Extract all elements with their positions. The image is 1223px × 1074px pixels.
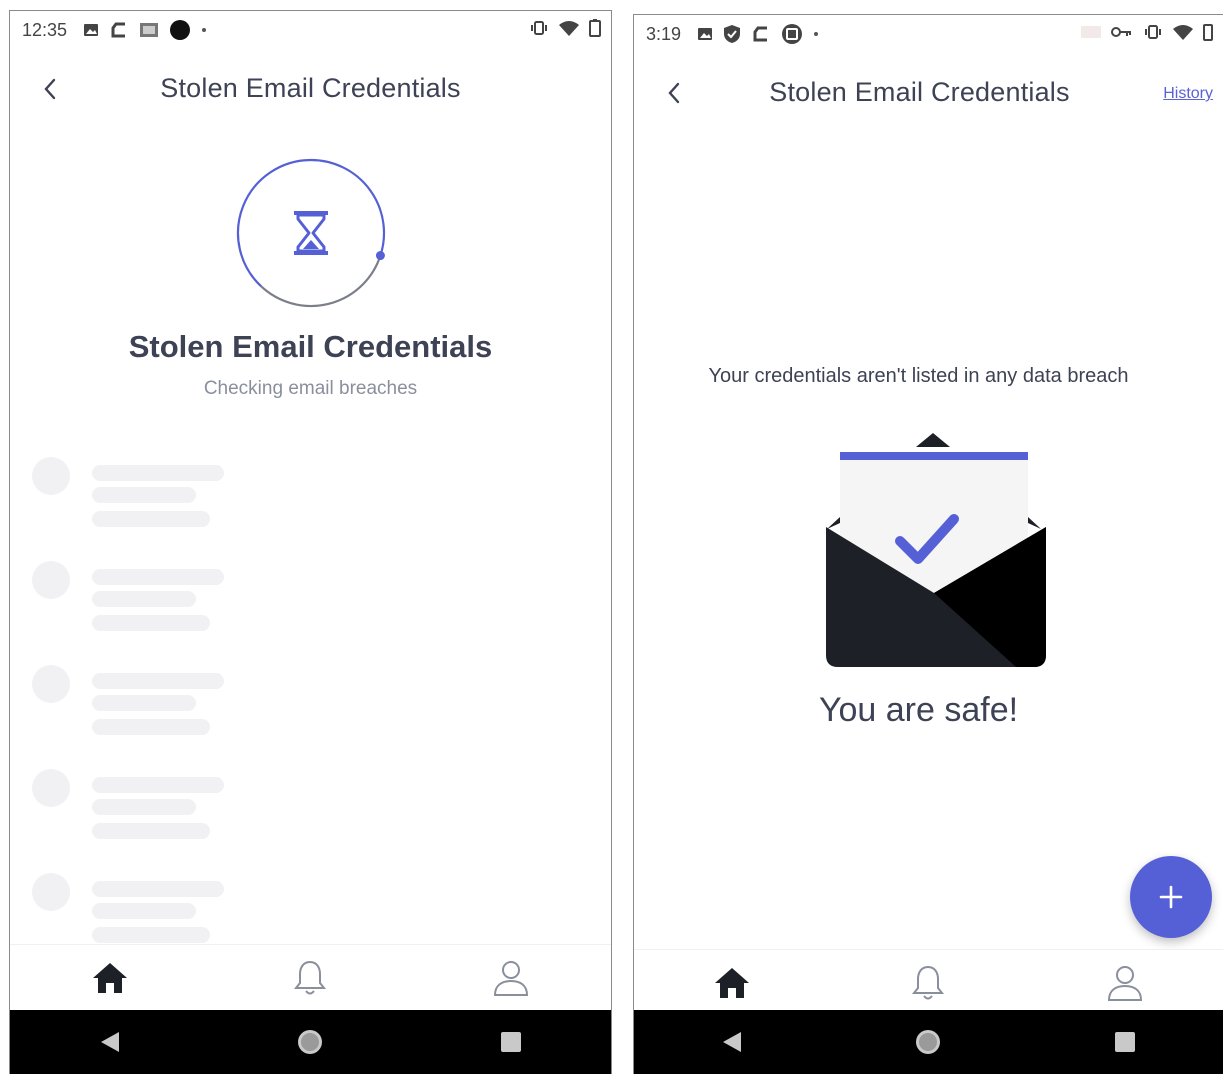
bottom-navigation [10, 944, 611, 1010]
result-title: You are safe! [818, 691, 1019, 729]
bell-icon [294, 960, 327, 994]
skeleton-line [92, 465, 224, 481]
skeleton-line [92, 511, 210, 527]
dot-icon [202, 28, 207, 32]
status-system-icons [1081, 23, 1213, 41]
record-dot-icon [170, 20, 191, 40]
status-notification-icons [83, 19, 207, 41]
user-icon [493, 960, 528, 996]
skeleton-avatar [32, 769, 70, 807]
status-bar: 3:19 [634, 15, 1223, 53]
system-home-button[interactable] [898, 1022, 958, 1062]
app-bar: Stolen Email Credentials History [634, 65, 1223, 123]
user-icon [1107, 965, 1142, 1001]
skeleton-line [92, 881, 224, 897]
skeleton-line [92, 903, 196, 919]
skeleton-avatar [32, 873, 70, 911]
result-message: Your credentials aren't listed in any da… [708, 365, 1129, 387]
circle-home-icon [916, 1030, 941, 1054]
wifi-icon [559, 21, 579, 36]
wifi-icon [1173, 25, 1193, 40]
circle-home-icon [298, 1030, 323, 1054]
system-home-button[interactable] [280, 1022, 340, 1062]
image-icon [698, 28, 713, 40]
nav-notifications[interactable] [830, 964, 1026, 1002]
add-fab-button[interactable] [1130, 856, 1212, 938]
page-title: Stolen Email Credentials [160, 73, 461, 103]
system-back-button[interactable] [702, 1022, 762, 1062]
system-back-button[interactable] [80, 1022, 140, 1062]
skeleton-line [92, 695, 196, 711]
mail-icon [140, 23, 159, 37]
app-bar: Stolen Email Credentials [10, 61, 611, 119]
shield-icon [724, 25, 741, 43]
skeleton-line [92, 615, 210, 631]
system-navigation-bar [634, 1010, 1223, 1074]
c-app-icon [753, 26, 768, 42]
skeleton-line [92, 799, 196, 815]
nav-home[interactable] [634, 966, 830, 1000]
skeleton-line [92, 777, 224, 793]
system-recents-button[interactable] [481, 1022, 541, 1062]
nav-notifications[interactable] [210, 959, 410, 997]
page-title: Stolen Email Credentials [769, 77, 1070, 107]
history-link[interactable]: History [1163, 85, 1213, 103]
bottom-navigation [634, 949, 1223, 1015]
triangle-back-icon [723, 1032, 742, 1052]
status-bar: 12:35 [10, 11, 611, 49]
status-time: 3:19 [646, 23, 682, 44]
vibrate-icon [531, 21, 547, 35]
bell-icon [912, 965, 945, 999]
screenshot-stage: 12:35 Stolen Email Credentials Stolen Em… [0, 0, 1223, 1074]
skeleton-avatar [32, 665, 70, 703]
skeleton-avatar [32, 457, 70, 495]
skeleton-line [92, 569, 224, 585]
system-recents-button[interactable] [1095, 1022, 1155, 1062]
nav-home[interactable] [10, 961, 210, 995]
skeleton-line [92, 823, 210, 839]
loading-skeleton-list [32, 451, 332, 971]
triangle-back-icon [101, 1032, 120, 1052]
home-icon [93, 962, 128, 993]
nav-profile[interactable] [411, 958, 611, 998]
phone-scanning: 12:35 Stolen Email Credentials Stolen Em… [9, 10, 612, 1074]
square-recents-icon [500, 1032, 521, 1052]
battery-icon [1203, 24, 1213, 41]
vibrate-icon [1145, 25, 1161, 39]
status-system-icons [529, 19, 601, 37]
skeleton-list-item [32, 763, 332, 867]
skeleton-list-item [32, 555, 332, 659]
hourglass-icon [294, 211, 328, 255]
skeleton-list-item [32, 659, 332, 763]
nav-profile[interactable] [1027, 963, 1223, 1003]
square-recents-icon [1114, 1032, 1135, 1052]
envelope-check-illustration [826, 433, 1046, 667]
image-icon [84, 24, 99, 36]
plus-icon [1159, 885, 1183, 909]
system-navigation-bar [10, 1010, 611, 1074]
skeleton-line [92, 487, 196, 503]
status-notification-icons [697, 23, 819, 45]
skeleton-line [92, 927, 210, 943]
skeleton-list-item [32, 451, 332, 555]
dot-icon [814, 32, 819, 36]
battery-icon [589, 19, 601, 37]
scan-subtitle: Checking email breaches [203, 378, 418, 399]
phone-result-safe: 3:19 Stolen Email Credentials History Yo… [633, 14, 1223, 1074]
skeleton-line [92, 591, 196, 607]
status-time: 12:35 [22, 19, 68, 40]
copy-circle-icon [782, 24, 803, 44]
signal-faded-icon [1081, 26, 1101, 38]
c-app-icon [111, 22, 126, 38]
key-icon [1111, 27, 1131, 37]
skeleton-line [92, 719, 210, 735]
home-icon [715, 967, 750, 998]
skeleton-avatar [32, 561, 70, 599]
scan-title: Stolen Email Credentials [128, 329, 493, 364]
skeleton-line [92, 673, 224, 689]
